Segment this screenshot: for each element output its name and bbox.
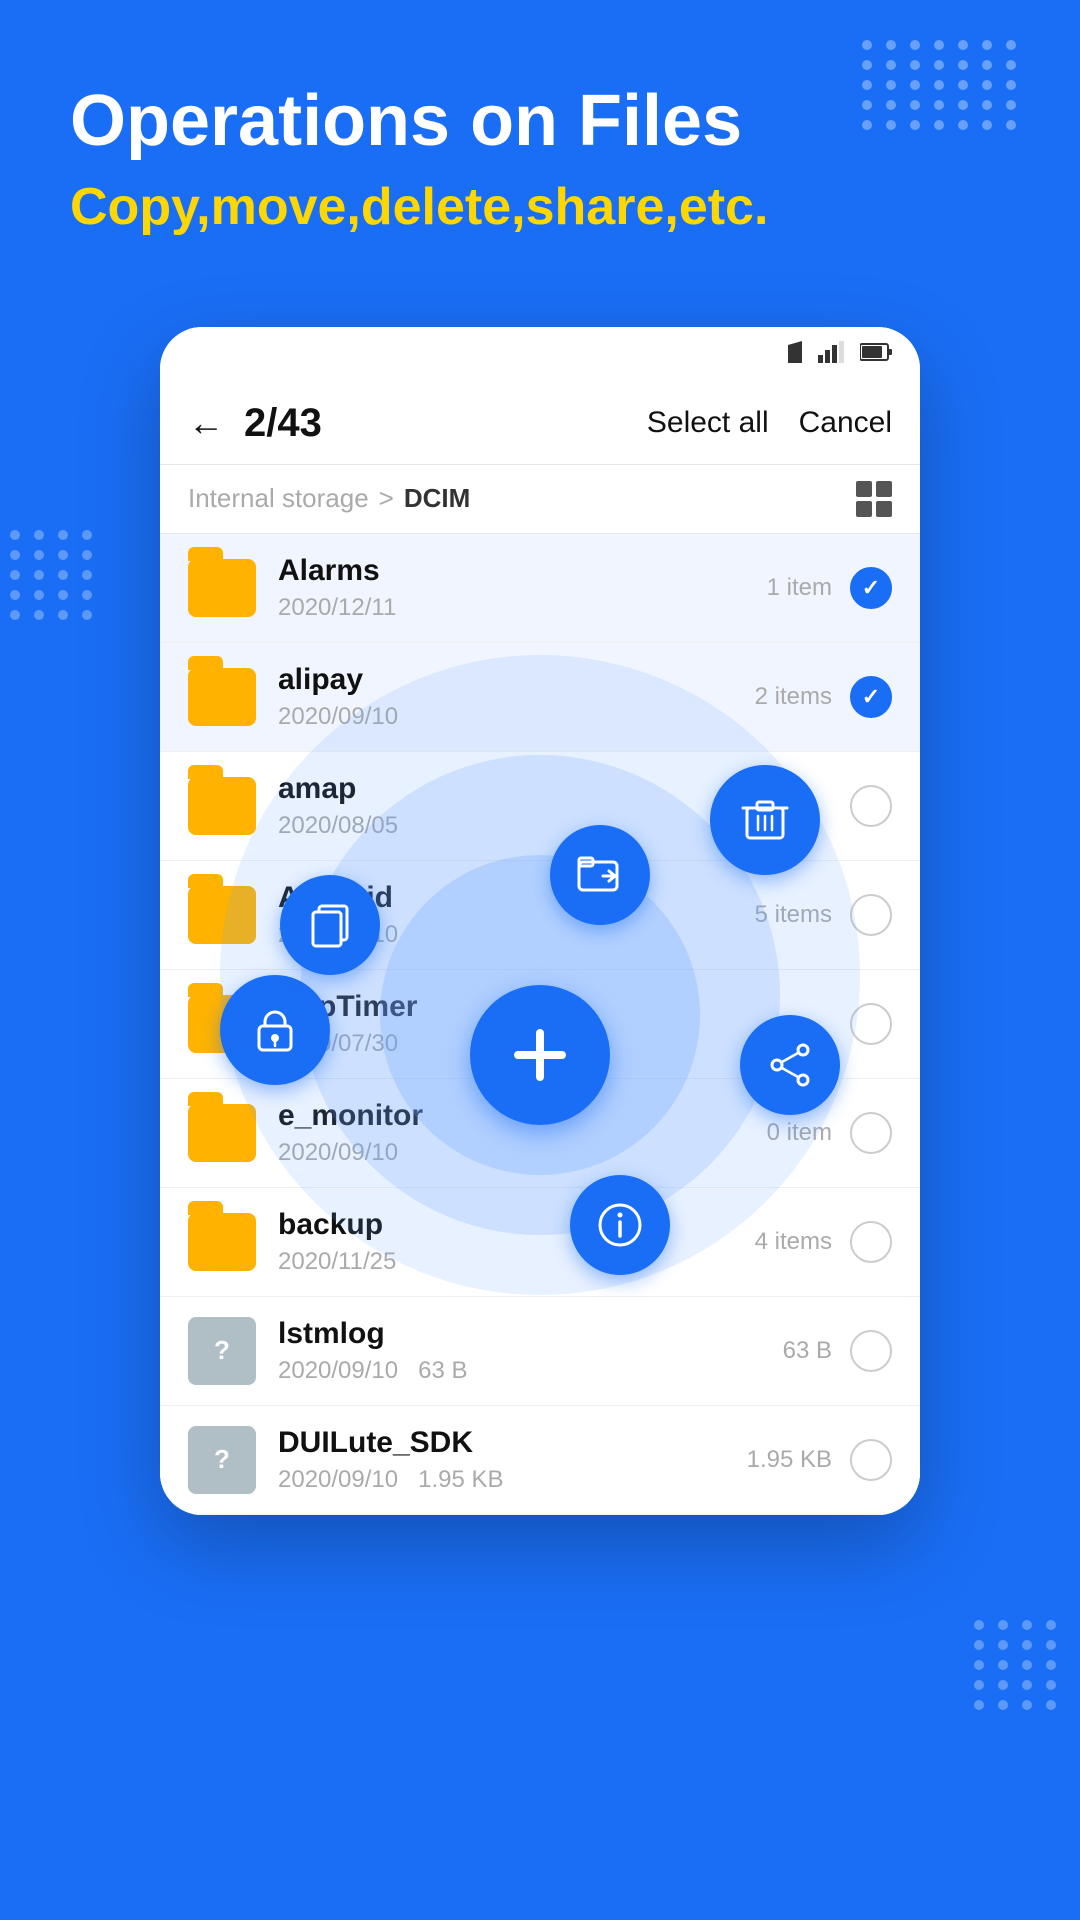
nav-bar: ← 2/43 Select all Cancel xyxy=(160,383,920,465)
file-name: alipay xyxy=(278,663,755,697)
bg-dots-left: const dl = document.querySelector('.bg-d… xyxy=(0,520,106,630)
file-date: 2020/12/11 xyxy=(278,594,767,622)
fab-lock-button[interactable] xyxy=(220,975,330,1085)
fab-main-button[interactable] xyxy=(470,985,610,1125)
fab-copy-button[interactable] xyxy=(280,875,380,975)
file-date: 2020/09/10 xyxy=(278,703,755,731)
file-checkbox[interactable] xyxy=(850,1439,892,1481)
folder-icon xyxy=(188,559,256,617)
file-meta: 4 items xyxy=(755,1228,832,1256)
file-date: 2020/09/10 xyxy=(278,1139,767,1167)
file-checkbox[interactable] xyxy=(850,894,892,936)
file-checkbox[interactable] xyxy=(850,1330,892,1372)
fab-info-button[interactable] xyxy=(570,1175,670,1275)
file-meta: 5 items xyxy=(755,901,832,929)
folder-icon xyxy=(188,1104,256,1162)
signal-icon xyxy=(818,341,844,369)
file-name: backup xyxy=(278,1208,755,1242)
phone-mockup: ← 2/43 Select all Cancel Internal storag… xyxy=(160,327,920,1515)
file-item[interactable]: Android 2020/09/10 5 items xyxy=(160,861,920,970)
file-name: DUILute_SDK xyxy=(278,1426,747,1460)
file-icon: ? xyxy=(188,1426,256,1494)
fab-move-button[interactable] xyxy=(550,825,650,925)
status-bar xyxy=(160,327,920,383)
folder-icon xyxy=(188,1213,256,1271)
battery-icon xyxy=(860,342,892,368)
header-section: Operations on Files Copy,move,delete,sha… xyxy=(0,0,1080,277)
grid-view-toggle[interactable] xyxy=(856,481,892,517)
file-meta: 2 items xyxy=(755,683,832,711)
file-date: 2020/09/10 63 B xyxy=(278,1357,783,1385)
cancel-button[interactable]: Cancel xyxy=(799,406,892,440)
back-button[interactable]: ← xyxy=(188,402,224,444)
folder-icon xyxy=(188,777,256,835)
file-info: lstmlog 2020/09/10 63 B xyxy=(278,1317,783,1385)
page-title: Operations on Files xyxy=(70,80,1010,163)
breadcrumb-root[interactable]: Internal storage xyxy=(188,483,369,514)
file-meta: 1 item xyxy=(767,574,832,602)
file-name: Alarms xyxy=(278,554,767,588)
file-item[interactable]: Alarms 2020/12/11 1 item xyxy=(160,534,920,643)
selection-count: 2/43 xyxy=(244,401,627,446)
file-icon: ? xyxy=(188,1317,256,1385)
file-size: 63 B xyxy=(783,1337,832,1365)
file-checkbox[interactable] xyxy=(850,1003,892,1045)
file-item[interactable]: alipay 2020/09/10 2 items xyxy=(160,643,920,752)
file-info: backup 2020/11/25 xyxy=(278,1208,755,1276)
folder-icon xyxy=(188,886,256,944)
file-meta: 0 item xyxy=(767,1119,832,1147)
breadcrumb-bar: Internal storage > DCIM xyxy=(160,465,920,534)
fab-share-button[interactable] xyxy=(740,1015,840,1115)
wifi-icon xyxy=(774,341,802,369)
file-checkbox[interactable] xyxy=(850,1221,892,1263)
file-info: DUILute_SDK 2020/09/10 1.95 KB xyxy=(278,1426,747,1494)
file-item[interactable]: ? DUILute_SDK 2020/09/10 1.95 KB 1.95 KB xyxy=(160,1406,920,1515)
file-checkbox[interactable] xyxy=(850,1112,892,1154)
folder-icon xyxy=(188,668,256,726)
fab-delete-button[interactable] xyxy=(710,765,820,875)
file-checkbox[interactable] xyxy=(850,567,892,609)
bg-dots-right: const dr = document.querySelector('.bg-d… xyxy=(964,1610,1070,1720)
file-size: 1.95 KB xyxy=(747,1446,832,1474)
file-date: 2020/11/25 xyxy=(278,1248,755,1276)
breadcrumb-current: DCIM xyxy=(404,483,856,514)
page-subtitle: Copy,move,delete,share,etc. xyxy=(70,177,1010,237)
breadcrumb-separator: > xyxy=(379,483,394,514)
file-info: Alarms 2020/12/11 xyxy=(278,554,767,622)
file-checkbox[interactable] xyxy=(850,676,892,718)
file-name: lstmlog xyxy=(278,1317,783,1351)
file-date: 2020/09/10 1.95 KB xyxy=(278,1466,747,1494)
file-item[interactable]: backup 2020/11/25 4 items xyxy=(160,1188,920,1297)
file-info: alipay 2020/09/10 xyxy=(278,663,755,731)
select-all-button[interactable]: Select all xyxy=(647,406,769,440)
file-checkbox[interactable] xyxy=(850,785,892,827)
file-item[interactable]: ? lstmlog 2020/09/10 63 B 63 B xyxy=(160,1297,920,1406)
